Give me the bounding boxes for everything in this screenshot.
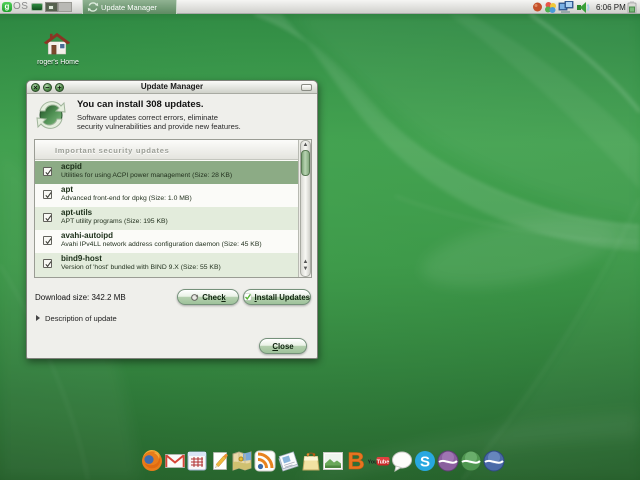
svg-text:Tube: Tube [377,460,390,466]
svg-text:B: B [347,450,364,472]
svg-text:S: S [420,454,430,471]
